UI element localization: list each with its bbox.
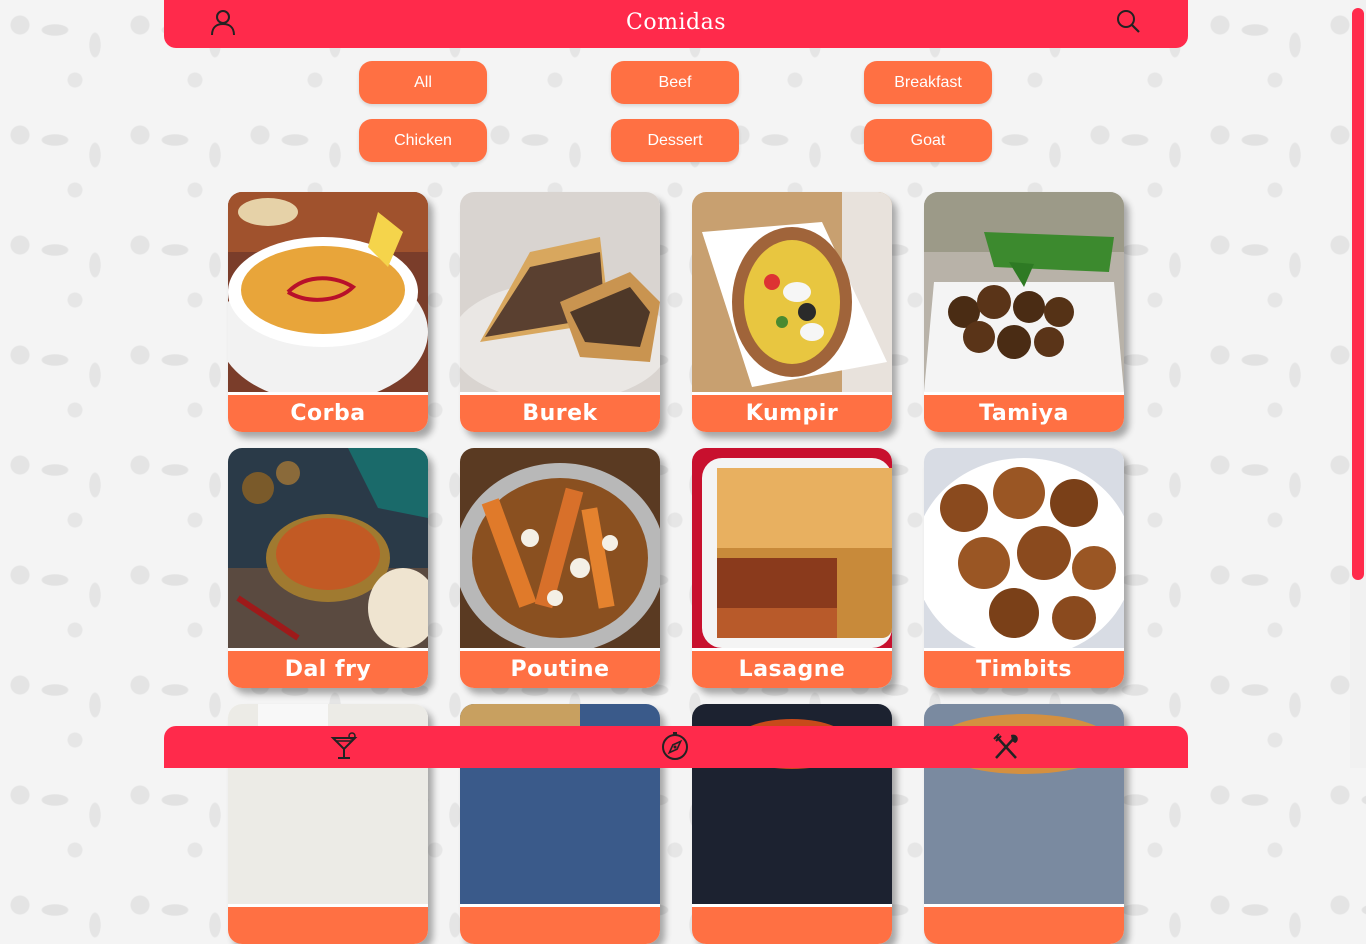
meal-card-kumpir[interactable]: Kumpir	[692, 192, 892, 432]
meal-name: Dal fry	[228, 651, 428, 688]
meal-card-dal-fry[interactable]: Dal fry	[228, 448, 428, 688]
meal-name: Timbits	[924, 651, 1124, 688]
meal-photo	[460, 448, 660, 648]
scrollbar-thumb[interactable]	[1352, 8, 1364, 580]
meal-card-timbits[interactable]: Timbits	[924, 448, 1124, 688]
filter-beef-button[interactable]: Beef	[611, 61, 739, 104]
filter-dessert-button[interactable]: Dessert	[611, 119, 739, 162]
meal-name	[228, 907, 428, 944]
meal-name: Kumpir	[692, 395, 892, 432]
filter-breakfast-button[interactable]: Breakfast	[864, 61, 992, 104]
filter-all-button[interactable]: All	[359, 61, 487, 104]
search-icon[interactable]	[1114, 8, 1142, 36]
meal-name	[460, 907, 660, 944]
meal-photo	[692, 448, 892, 648]
footer-nav	[164, 726, 1188, 768]
filter-chicken-button[interactable]: Chicken	[359, 119, 487, 162]
meal-name: Tamiya	[924, 395, 1124, 432]
cocktail-icon[interactable]	[330, 731, 360, 761]
meal-grid: Corba Burek Kumpir Tamiya Dal fry Poutin…	[228, 192, 1128, 944]
meal-photo	[924, 448, 1124, 648]
meal-name: Corba	[228, 395, 428, 432]
app-header: Comidas	[164, 0, 1188, 48]
meal-photo	[228, 192, 428, 392]
meal-card-corba[interactable]: Corba	[228, 192, 428, 432]
meal-name: Poutine	[460, 651, 660, 688]
page-title: Comidas	[626, 10, 726, 35]
meal-card-lasagne[interactable]: Lasagne	[692, 448, 892, 688]
meal-name	[924, 907, 1124, 944]
meal-photo	[460, 192, 660, 392]
meal-photo	[692, 192, 892, 392]
filter-goat-button[interactable]: Goat	[864, 119, 992, 162]
meal-name: Lasagne	[692, 651, 892, 688]
page-scrollbar[interactable]	[1350, 0, 1366, 768]
compass-icon[interactable]	[660, 731, 690, 761]
meal-card-tamiya[interactable]: Tamiya	[924, 192, 1124, 432]
utensils-icon[interactable]	[991, 731, 1021, 761]
meal-card-burek[interactable]: Burek	[460, 192, 660, 432]
meal-photo	[228, 448, 428, 648]
meal-name: Burek	[460, 395, 660, 432]
meal-card-poutine[interactable]: Poutine	[460, 448, 660, 688]
meal-name	[692, 907, 892, 944]
meal-photo	[924, 192, 1124, 392]
